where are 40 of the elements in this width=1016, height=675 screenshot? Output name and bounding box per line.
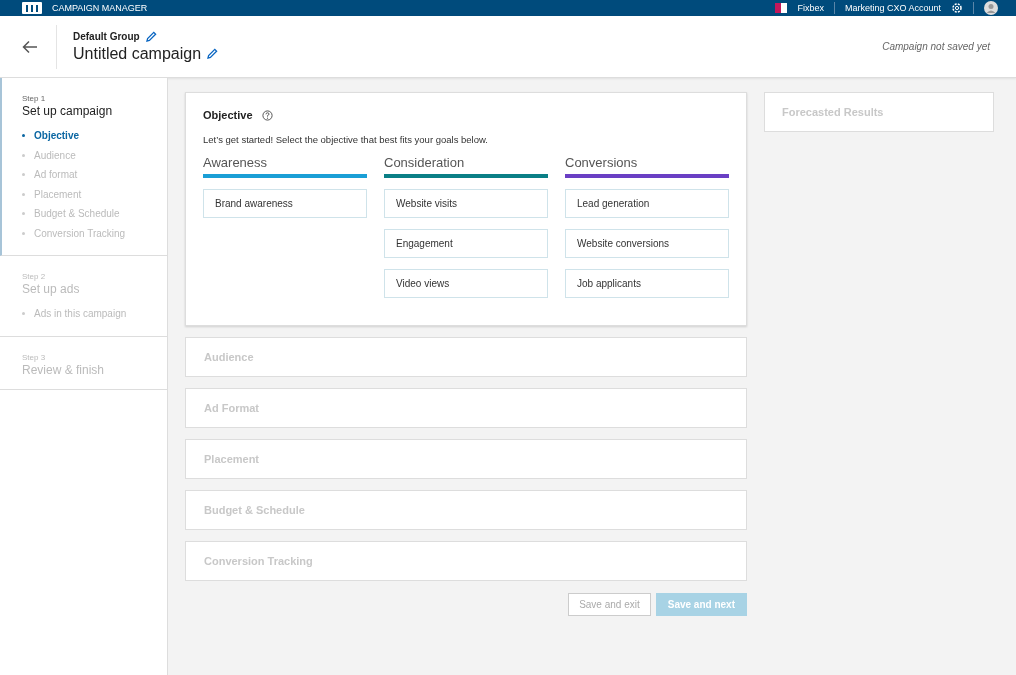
step-number: Step 2 <box>22 272 47 281</box>
objective-option[interactable]: Website visits <box>384 189 548 218</box>
step-item[interactable]: Ad format <box>22 165 167 185</box>
company-name[interactable]: Fixbex <box>797 3 824 13</box>
company-logo-icon <box>775 3 788 13</box>
step-item[interactable]: Audience <box>22 145 167 165</box>
avatar-icon[interactable] <box>984 1 998 15</box>
back-arrow-icon <box>22 39 38 54</box>
app-title: CAMPAIGN MANAGER <box>52 3 148 13</box>
objective-option[interactable]: Brand awareness <box>203 189 367 218</box>
intro-text: Let’s get started! Select the objective that best fits your goals below. <box>203 134 489 145</box>
save-status: Campaign not saved yet <box>882 41 990 52</box>
settings-icon[interactable] <box>951 2 963 14</box>
step-item[interactable]: Ads in this campaign <box>22 304 167 324</box>
category-title: Consideration <box>384 155 466 170</box>
help-icon[interactable] <box>261 109 273 121</box>
edit-icon[interactable] <box>145 30 157 42</box>
category-title: Awareness <box>203 155 269 170</box>
step-item[interactable]: Conversion Tracking <box>22 223 167 243</box>
edit-icon[interactable] <box>207 48 219 59</box>
objective-option[interactable]: Engagement <box>384 229 548 258</box>
step-item[interactable]: Budget & Schedule <box>22 204 167 224</box>
category-title: Conversions <box>565 155 639 170</box>
step-title: Set up campaign <box>22 104 114 118</box>
campaign-name: Untitled campaign <box>73 44 202 63</box>
objective-option[interactable]: Website conversions <box>565 229 729 258</box>
account-name[interactable]: Marketing CXO Account <box>844 3 941 13</box>
objective-option[interactable]: Lead generation <box>565 189 729 218</box>
step-number: Step 1 <box>22 94 47 103</box>
step-title: Set up ads <box>22 282 81 296</box>
back-button[interactable] <box>22 24 57 69</box>
group-name: Default Group <box>73 30 140 42</box>
step-item[interactable]: Objective <box>22 126 167 146</box>
card-title: Objective <box>203 109 253 121</box>
objective-option[interactable]: Video views <box>384 269 548 298</box>
step-panel[interactable]: Step 2 Set up ads Ads in this campaign <box>0 256 167 337</box>
step-item[interactable]: Placement <box>22 184 167 204</box>
step-panel[interactable]: Step 1 Set up campaign Objective Audience Ad format Placement Budget & Schedule Conversion Tracking <box>0 78 167 256</box>
objective-option[interactable]: Job applicants <box>565 269 729 298</box>
step-title: Review & finish <box>22 362 106 377</box>
